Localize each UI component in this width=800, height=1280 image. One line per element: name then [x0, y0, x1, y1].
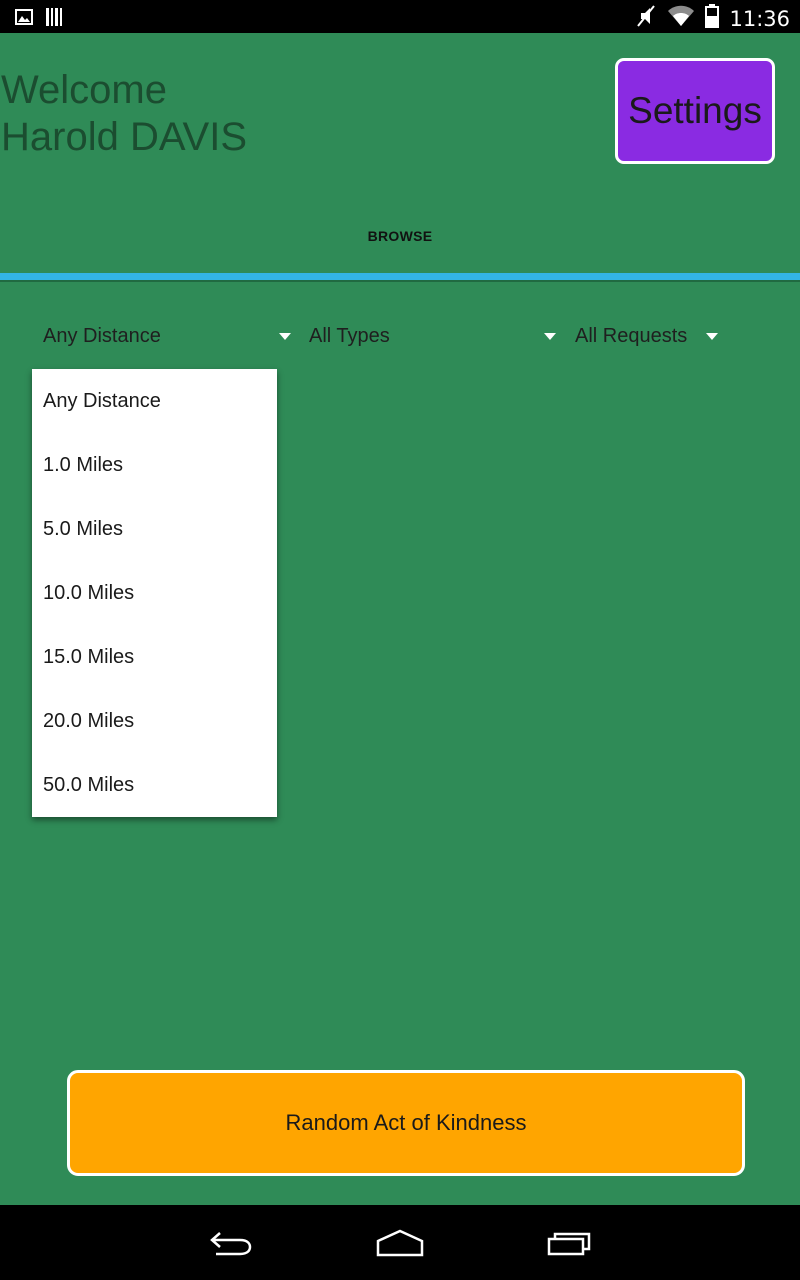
distance-dropdown-menu: Any Distance 1.0 Miles 5.0 Miles 10.0 Mi… [32, 369, 277, 817]
tab-divider [0, 280, 800, 282]
status-notifications [15, 7, 63, 32]
back-icon[interactable] [200, 1225, 260, 1261]
type-spinner[interactable]: All Types [309, 318, 559, 354]
welcome-line: Welcome [1, 68, 167, 112]
dropdown-option[interactable]: 50.0 Miles [32, 753, 277, 817]
tab-indicator [0, 273, 800, 280]
request-spinner[interactable]: All Requests [575, 318, 725, 354]
dropdown-option[interactable]: 1.0 Miles [32, 433, 277, 497]
dropdown-option[interactable]: 20.0 Miles [32, 689, 277, 753]
distance-spinner[interactable]: Any Distance [43, 318, 293, 354]
status-bar: 11:36 [0, 0, 800, 33]
request-spinner-value: All Requests [575, 324, 688, 347]
random-act-of-kindness-button[interactable]: Random Act of Kindness [67, 1070, 745, 1176]
status-system: 11:36 [635, 4, 790, 33]
home-icon[interactable] [370, 1225, 430, 1261]
distance-spinner-value: Any Distance [43, 324, 161, 347]
welcome-message: Welcome Harold DAVIS [1, 67, 247, 161]
user-name: Harold DAVIS [1, 115, 248, 159]
dropdown-option[interactable]: 15.0 Miles [32, 625, 277, 689]
chevron-down-icon [279, 333, 291, 340]
dropdown-option[interactable]: 10.0 Miles [32, 561, 277, 625]
chevron-down-icon [706, 333, 718, 340]
tab-browse-label: BROWSE [367, 228, 433, 244]
settings-button[interactable]: Settings [615, 58, 775, 164]
app-screen: Welcome Harold DAVIS Settings BROWSE Any… [0, 33, 800, 1205]
status-time: 11:36 [729, 6, 790, 31]
mute-icon [635, 4, 657, 33]
battery-icon [705, 4, 720, 33]
dropdown-option[interactable]: 5.0 Miles [32, 497, 277, 561]
type-spinner-value: All Types [309, 324, 390, 347]
wifi-icon [667, 5, 695, 32]
navigation-bar [0, 1205, 800, 1280]
tab-browse[interactable]: BROWSE [0, 228, 800, 258]
recent-apps-icon[interactable] [540, 1225, 600, 1261]
dropdown-option[interactable]: Any Distance [32, 369, 277, 433]
image-icon [15, 9, 33, 30]
chevron-down-icon [544, 333, 556, 340]
barcode-icon [45, 7, 63, 32]
